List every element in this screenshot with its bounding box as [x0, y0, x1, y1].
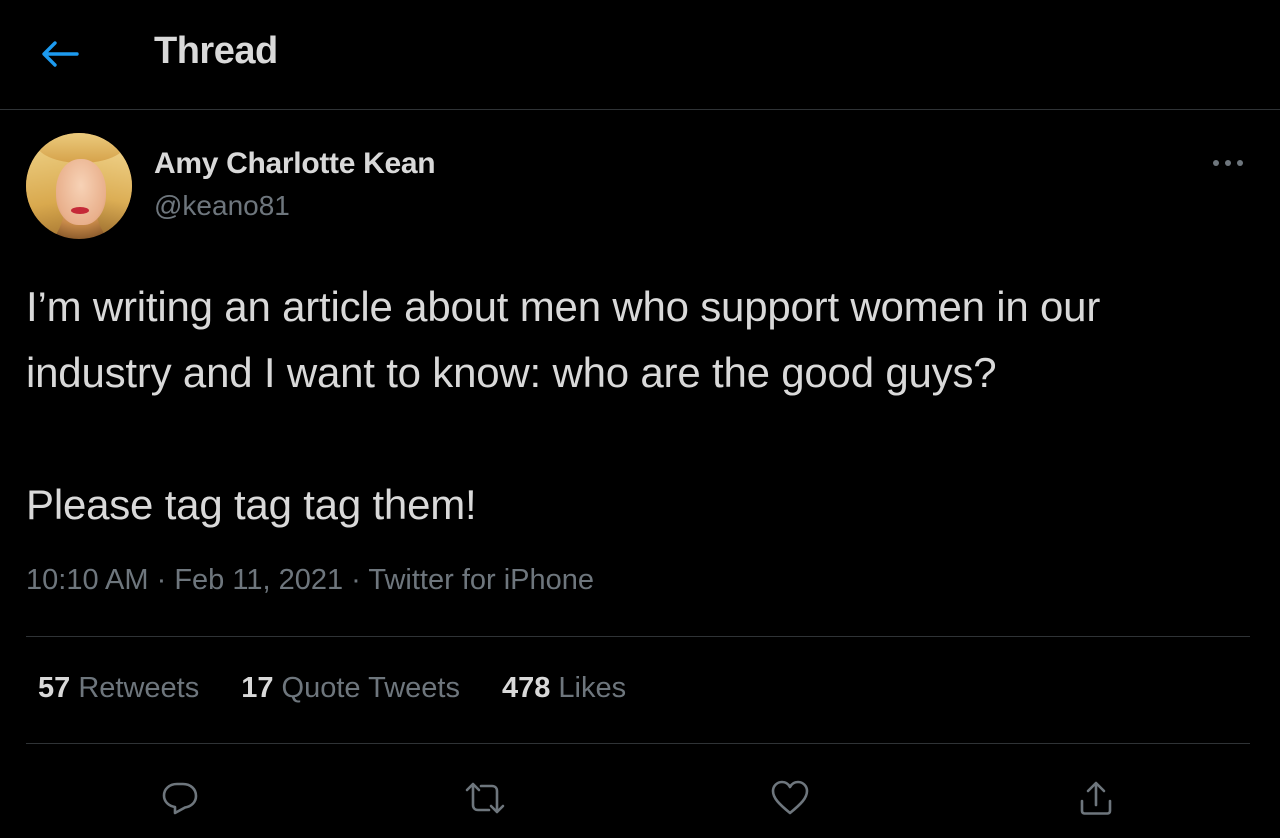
divider: [26, 743, 1250, 744]
author-name[interactable]: Amy Charlotte Kean: [154, 147, 436, 181]
thread-header: Thread: [0, 0, 1280, 110]
tweet-meta: 10:10 AM · Feb 11, 2021 · Twitter for iP…: [26, 564, 594, 597]
tweet-actions: [0, 770, 1280, 826]
reply-button[interactable]: [152, 770, 208, 826]
meta-separator: ·: [156, 564, 167, 596]
retweets-label: Retweets: [78, 672, 200, 704]
page-title: Thread: [154, 30, 278, 72]
likes-label: Likes: [558, 672, 627, 704]
like-button[interactable]: [762, 770, 818, 826]
tweet-time[interactable]: 10:10 AM: [26, 564, 149, 596]
quote-tweets-stat[interactable]: 17 Quote Tweets: [241, 672, 460, 705]
back-button[interactable]: [36, 34, 84, 74]
reply-icon: [162, 782, 198, 815]
retweets-stat[interactable]: 57 Retweets: [38, 672, 199, 705]
like-icon: [771, 780, 809, 815]
retweet-button[interactable]: [457, 770, 513, 826]
author-handle[interactable]: @keano81: [154, 190, 290, 222]
share-button[interactable]: [1068, 770, 1124, 826]
likes-stat[interactable]: 478 Likes: [502, 672, 626, 705]
quotes-count: 17: [241, 672, 274, 704]
share-icon: [1080, 781, 1112, 815]
tweet-date[interactable]: Feb 11, 2021: [174, 564, 343, 596]
tweet-text: I’m writing an article about men who sup…: [26, 283, 1101, 528]
tweet-stats: 57 Retweets 17 Quote Tweets 478 Likes: [38, 672, 668, 705]
arrow-left-icon: [42, 41, 79, 67]
more-options-button[interactable]: [1206, 146, 1250, 180]
retweet-icon: [465, 782, 505, 814]
likes-count: 478: [501, 672, 551, 704]
avatar[interactable]: [26, 133, 132, 239]
quotes-label: Quote Tweets: [281, 672, 460, 704]
retweets-count: 57: [38, 672, 71, 704]
divider: [26, 636, 1250, 637]
more-horizontal-icon: [1213, 160, 1243, 166]
tweet-source[interactable]: Twitter for iPhone: [368, 564, 594, 596]
meta-separator: ·: [351, 564, 361, 596]
